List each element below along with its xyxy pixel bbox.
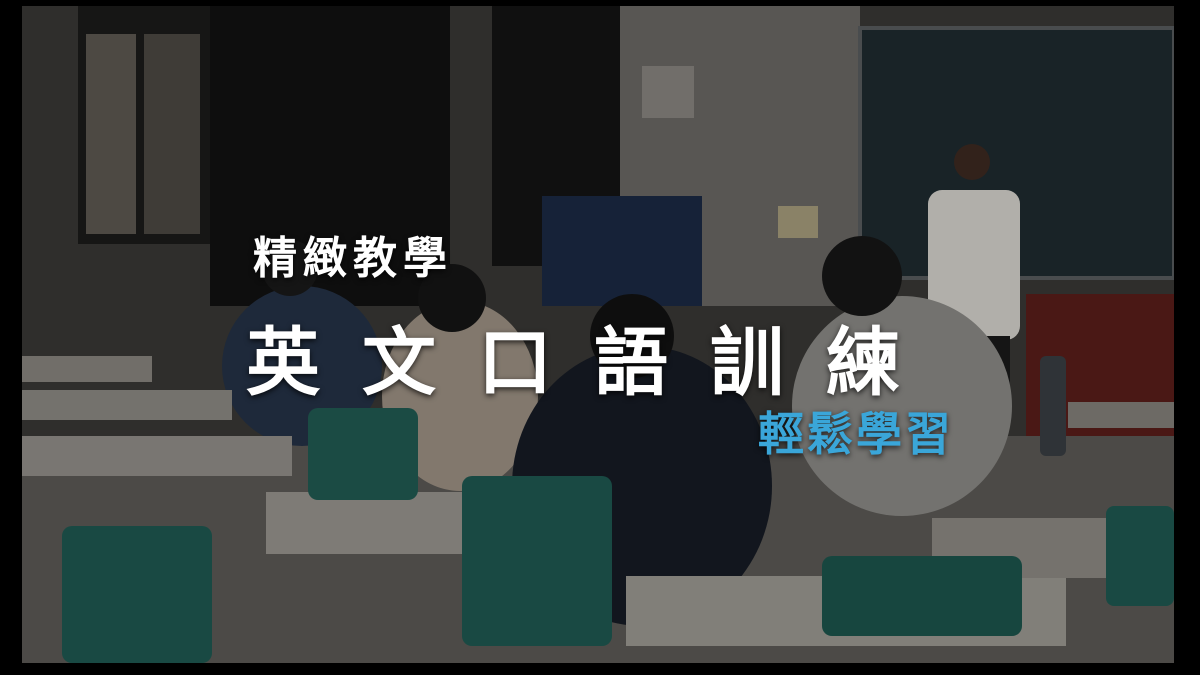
caption-easy-learning: 輕鬆學習 <box>758 407 954 461</box>
caption-english-speaking-training: 英文口語訓練 <box>246 320 942 406</box>
video-frame: 精緻教學 英文口語訓練 輕鬆學習 <box>0 0 1200 675</box>
caption-refined-teaching: 精緻教學 <box>253 233 453 284</box>
